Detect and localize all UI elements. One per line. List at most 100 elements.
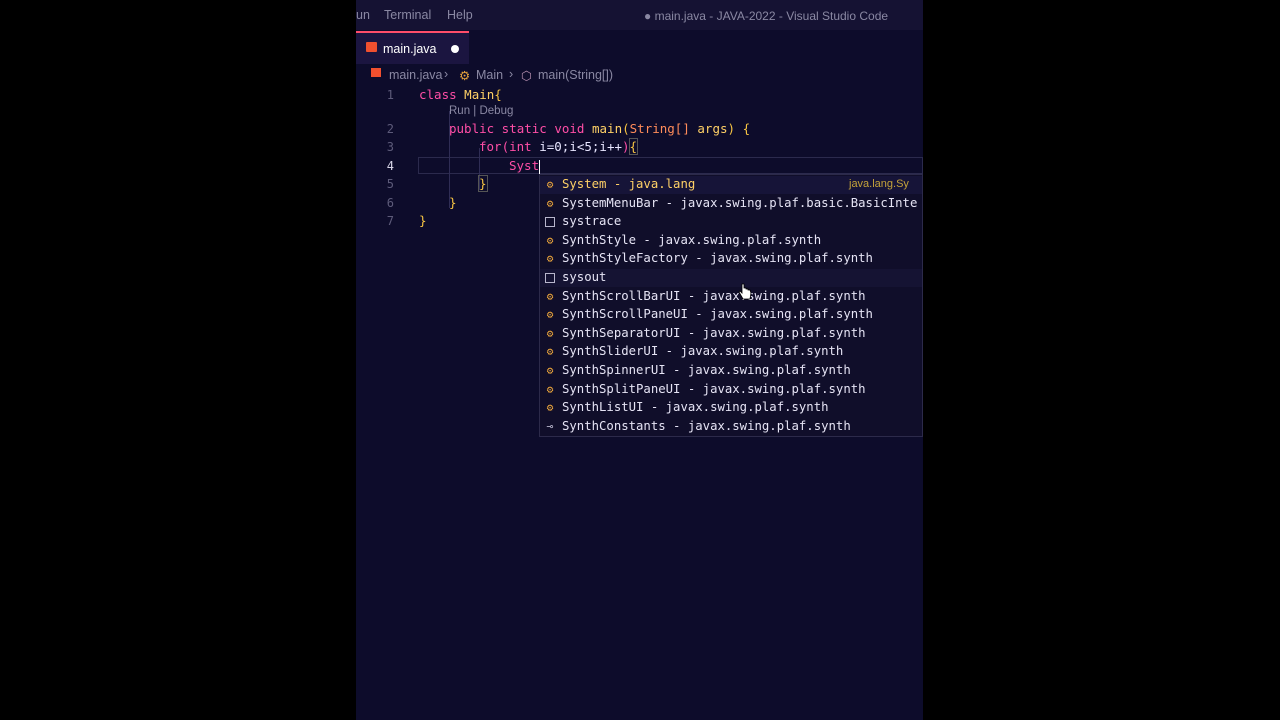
- code-line-2: public static void main(String[] args) {: [449, 121, 750, 136]
- line-number: 5: [386, 177, 394, 191]
- suggestion-label: SynthListUI - javax.swing.plaf.synth: [562, 400, 829, 415]
- suggestion-label: SystemMenuBar - javax.swing.plaf.basic.B…: [562, 195, 918, 210]
- brace: }: [419, 213, 427, 228]
- menu-help[interactable]: Help: [447, 8, 473, 22]
- suggestion-label: systrace: [562, 214, 622, 229]
- menu-terminal[interactable]: Terminal: [384, 8, 431, 22]
- paren: ): [727, 121, 736, 136]
- breadcrumb: main.java › ⚙ Main › ⬡ main(String[]): [356, 66, 923, 84]
- class-icon: ⚙: [546, 382, 554, 396]
- suggestion-label: SynthSliderUI - javax.swing.plaf.synth: [562, 344, 844, 359]
- suggestion-item[interactable]: ⚙ SynthSpinnerUI - javax.swing.plaf.synth: [540, 362, 922, 380]
- suggestion-label: SynthSeparatorUI - javax.swing.plaf.synt…: [562, 325, 866, 340]
- suggestion-item[interactable]: ⚙ SynthStyleFactory - javax.swing.plaf.sy…: [540, 250, 922, 268]
- suggestion-item[interactable]: ⚙ SystemMenuBar - javax.swing.plaf.basic.…: [540, 195, 922, 213]
- class-icon: ⚙: [546, 401, 554, 415]
- menu-bar: un Terminal Help ● main.java - JAVA-2022…: [356, 0, 923, 30]
- suggestion-item[interactable]: ⚙ System - java.lang java.lang.Sy: [540, 176, 922, 194]
- text-cursor: [539, 159, 541, 174]
- class-icon: ⚙: [546, 196, 554, 210]
- codelens-run-debug[interactable]: Run | Debug: [449, 105, 513, 117]
- class-icon: ⚙: [546, 345, 554, 359]
- line-number: 1: [386, 88, 394, 102]
- java-file-icon: [371, 68, 381, 77]
- suggestion-label: SynthStyleFactory - javax.swing.plaf.syn…: [562, 251, 873, 266]
- method-icon: ⬡: [521, 69, 532, 83]
- suggestion-label: SynthScrollPaneUI - javax.swing.plaf.syn…: [562, 307, 873, 322]
- suggestion-label: SynthSpinnerUI - javax.swing.plaf.synth: [562, 363, 851, 377]
- unsaved-dot-icon[interactable]: [451, 45, 459, 53]
- suggestion-item[interactable]: ⚙ SynthSplitPaneUI - javax.swing.plaf.syn…: [540, 381, 922, 399]
- interface-icon: ⊸: [546, 419, 554, 433]
- suggestion-label: sysout: [562, 270, 607, 284]
- suggestion-label: System - java.lang: [562, 177, 696, 191]
- class-icon: ⚙: [546, 364, 554, 377]
- code-line-6: }: [449, 195, 457, 210]
- keyword: int: [509, 139, 532, 154]
- code-line-4: Syst: [509, 158, 541, 174]
- class-icon: ⚙: [546, 308, 554, 322]
- line-number: 6: [386, 196, 394, 210]
- code-line-5: }: [478, 175, 488, 192]
- window-title: ● main.java - JAVA-2022 - Visual Studio …: [644, 9, 889, 23]
- code-line-3: for(int i=0;i<5;i++){: [479, 138, 639, 155]
- chevron-right-icon: ›: [444, 67, 449, 81]
- loop-expr: i=0;i<5;i++: [539, 139, 623, 154]
- line-number: 3: [386, 140, 394, 154]
- class-icon: ⚙: [546, 178, 554, 191]
- keyword: public static void: [449, 121, 585, 136]
- class-icon: ⚙: [459, 69, 471, 83]
- hand-pointer-icon: [738, 283, 752, 300]
- suggestion-item[interactable]: ⚙ SynthListUI - javax.swing.plaf.synth: [540, 399, 922, 417]
- class-icon: ⚙: [546, 326, 554, 340]
- chevron-right-icon: ›: [509, 67, 514, 81]
- snippet-icon: [545, 273, 555, 283]
- breadcrumb-class[interactable]: Main: [476, 68, 503, 82]
- suggestion-item[interactable]: systrace: [540, 213, 922, 231]
- tab-bar: main.java: [356, 30, 923, 65]
- paren: (: [501, 139, 510, 154]
- class-icon: ⚙: [546, 233, 554, 247]
- class-icon: ⚙: [546, 252, 554, 266]
- param: args: [697, 121, 728, 136]
- tab-main-java[interactable]: main.java: [356, 31, 469, 64]
- keyword: for: [479, 139, 502, 154]
- breadcrumb-file[interactable]: main.java: [389, 68, 443, 82]
- class-name: Main: [464, 87, 495, 102]
- keyword: class: [419, 87, 457, 102]
- current-line-highlight: [418, 157, 923, 174]
- suggestion-item[interactable]: ⊸ SynthConstants - javax.swing.plaf.synth: [540, 418, 922, 436]
- suggestion-item[interactable]: ⚙ SynthSeparatorUI - javax.swing.plaf.syn…: [540, 325, 922, 343]
- type: String[]: [629, 121, 690, 136]
- brace: {: [494, 87, 502, 102]
- suggestion-item[interactable]: ⚙ SynthSliderUI - javax.swing.plaf.synth: [540, 343, 922, 361]
- suggestion-label: SynthStyle - javax.swing.plaf.synth: [562, 232, 822, 247]
- line-number: 4: [386, 159, 394, 173]
- menu-run[interactable]: un: [356, 8, 370, 22]
- paren: (: [622, 121, 630, 136]
- brace: }: [478, 175, 488, 192]
- paren: ): [622, 139, 630, 154]
- code-line-1: class Main{: [419, 87, 502, 102]
- suggestion-item[interactable]: ⚙ SynthScrollBarUI - javax.swing.plaf.syn…: [540, 288, 922, 306]
- java-file-icon: [366, 42, 377, 52]
- code-line-7: }: [419, 213, 427, 228]
- brace: {: [742, 121, 751, 136]
- suggestion-detail: java.lang.Sy: [849, 178, 909, 190]
- suggestion-item[interactable]: ⚙ SynthStyle - javax.swing.plaf.synth: [540, 232, 922, 250]
- breadcrumb-method[interactable]: main(String[]): [538, 68, 613, 82]
- suggestion-label: SynthScrollBarUI - javax.swing.plaf.synt…: [562, 288, 866, 303]
- suggestion-label: SynthConstants - javax.swing.plaf.synth: [562, 418, 851, 433]
- snippet-icon: [545, 217, 555, 228]
- brace: {: [628, 138, 639, 155]
- brace: }: [449, 195, 457, 210]
- line-number: 7: [386, 214, 394, 228]
- line-number: 2: [386, 122, 394, 136]
- suggestion-label: SynthSplitPaneUI - javax.swing.plaf.synt…: [562, 381, 866, 396]
- method-name: main: [592, 121, 623, 136]
- suggestion-item[interactable]: ⚙ SynthScrollPaneUI - javax.swing.plaf.sy…: [540, 306, 922, 324]
- suggestion-item[interactable]: sysout: [540, 269, 922, 287]
- typed-text: Syst: [509, 158, 540, 173]
- class-icon: ⚙: [546, 289, 554, 303]
- tab-label: main.java: [383, 42, 437, 56]
